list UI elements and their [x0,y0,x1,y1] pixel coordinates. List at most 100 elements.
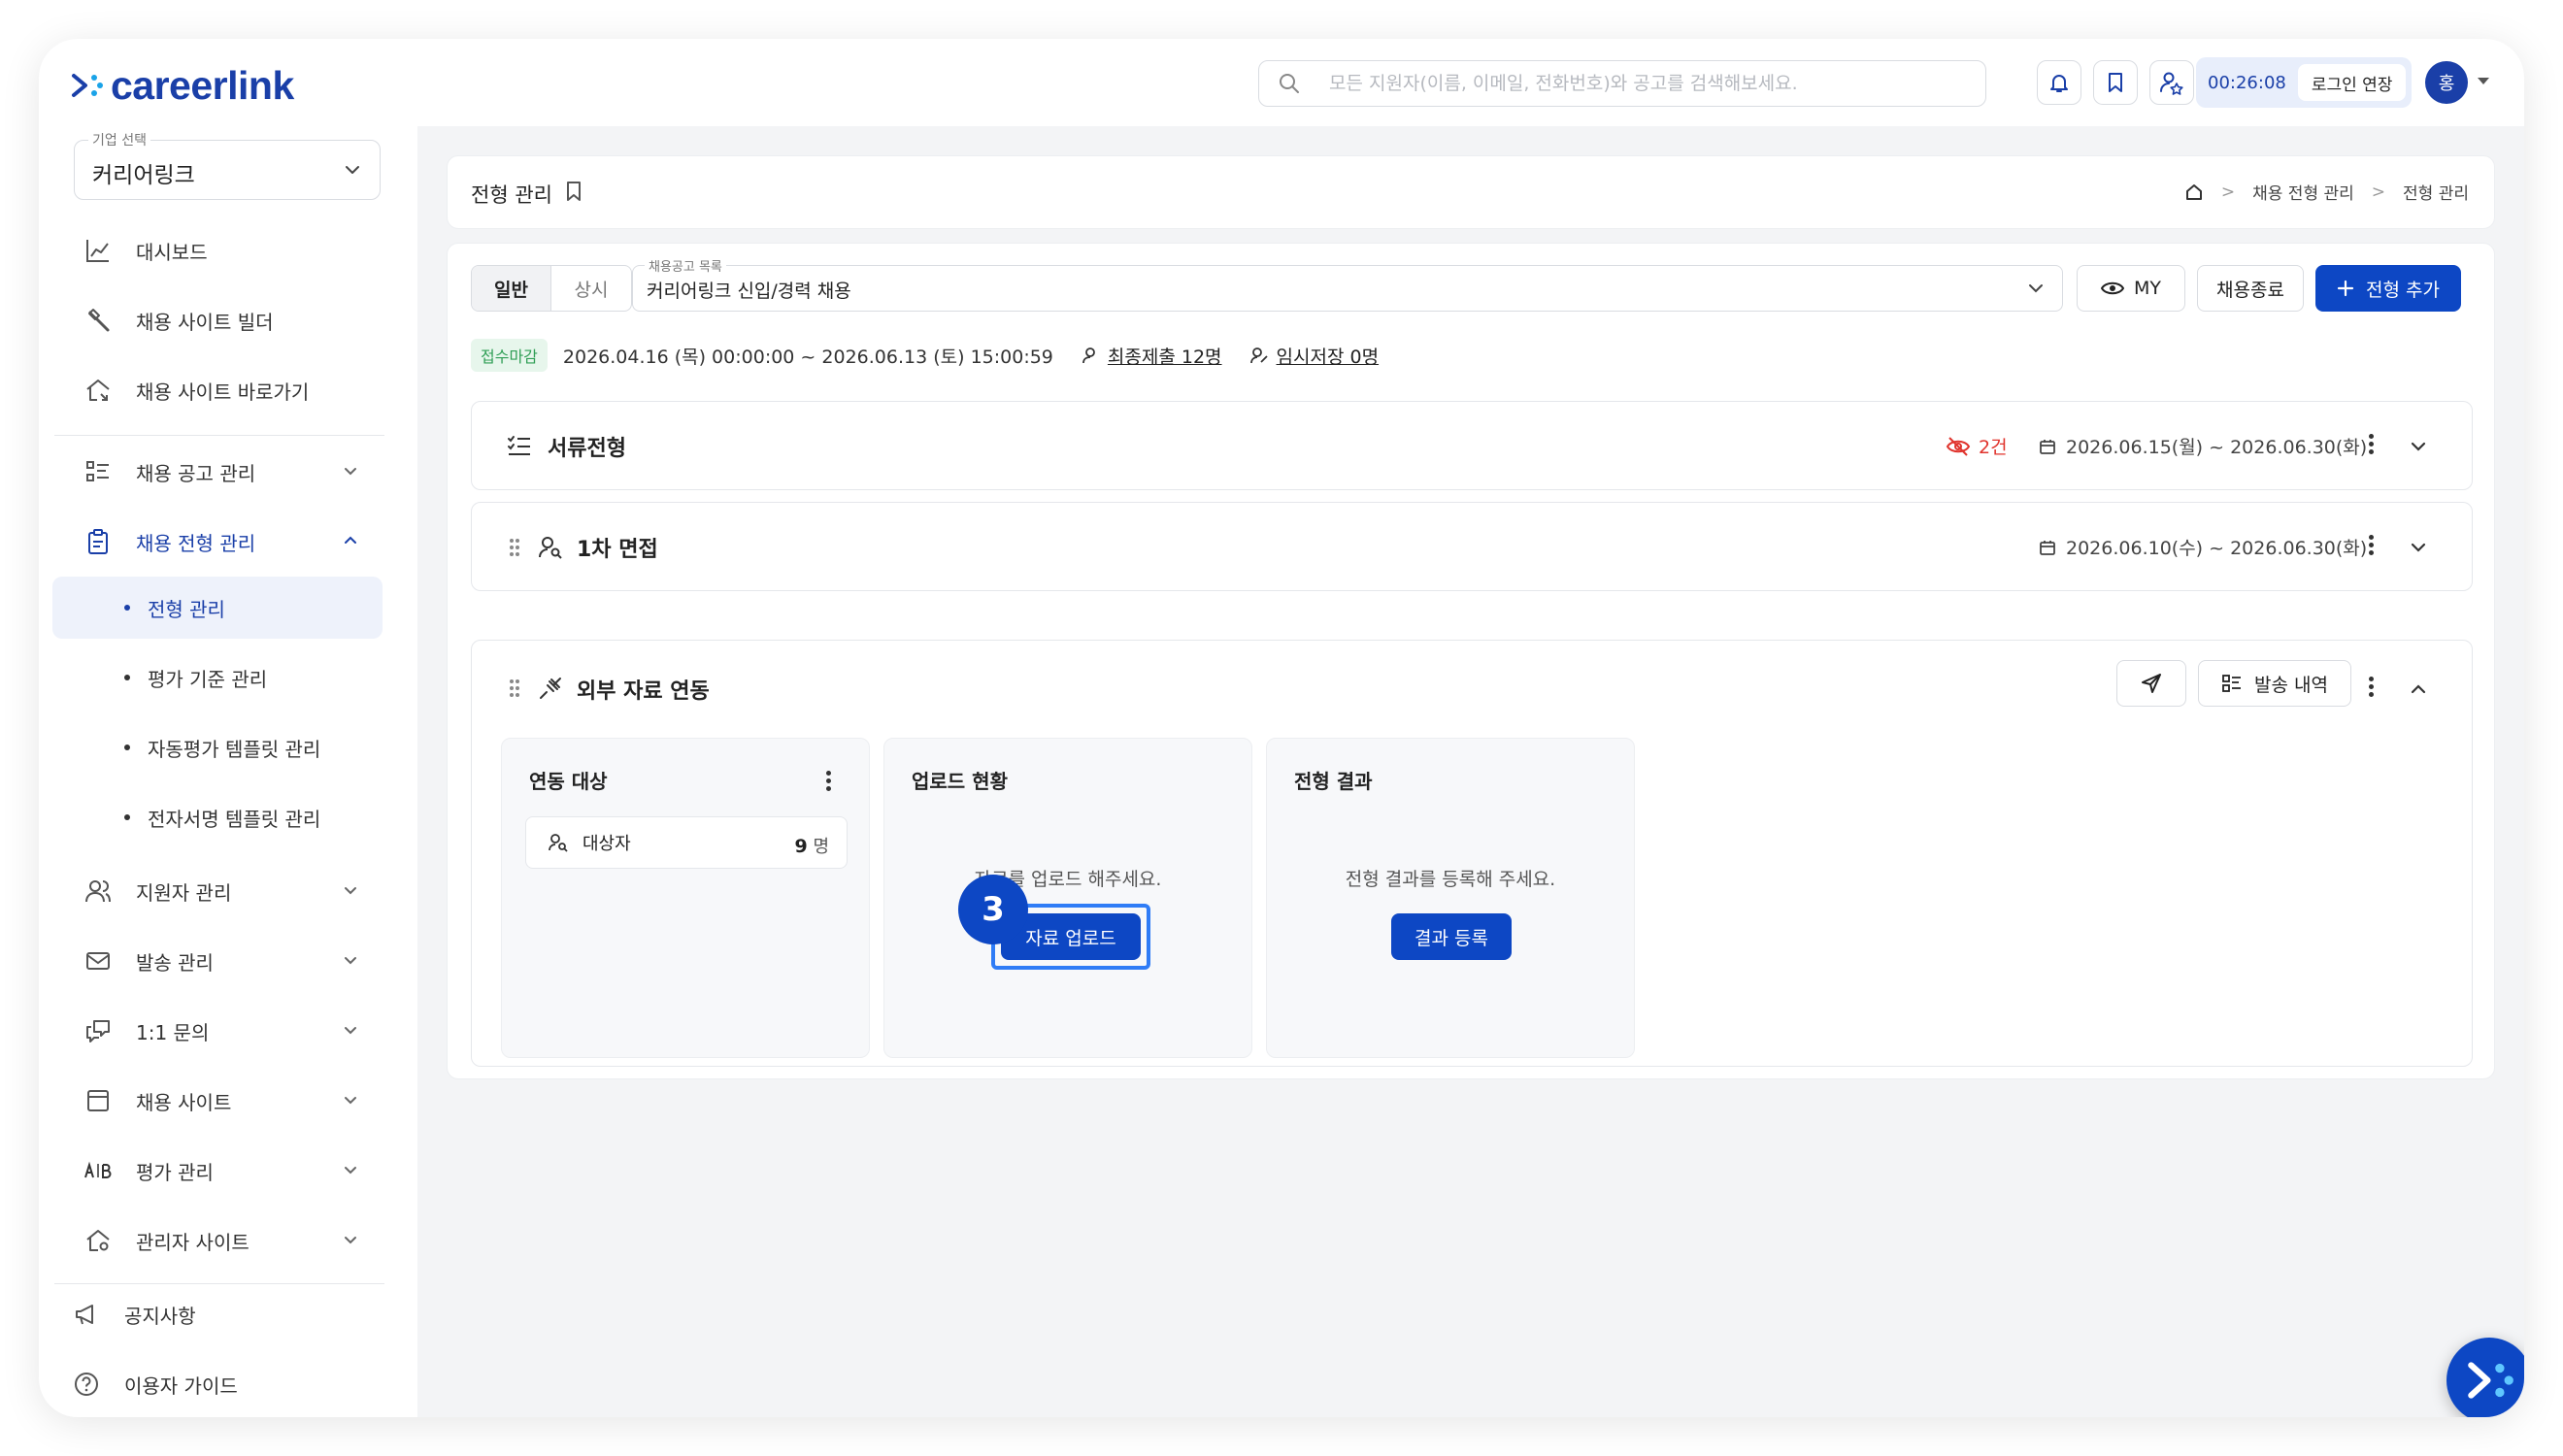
sidebar-item-inquiry[interactable]: 1:1 문의 [50,1002,381,1060]
stage-title: 서류전형 [548,437,626,461]
chevron-down-icon[interactable] [2408,537,2429,558]
step-number-badge: 3 [958,875,1028,944]
avatar-menu-caret-icon[interactable] [2478,78,2489,84]
admin-home-icon [86,1230,110,1251]
send-history-label: 발송 내역 [2254,674,2328,696]
chevron-down-icon [2029,284,2043,293]
stage-date-range: 2026.06.15(월) ~ 2026.06.30(화) [2066,437,2368,458]
stage-menu-kebab-icon[interactable] [2369,532,2377,558]
global-search[interactable] [1258,60,1986,107]
status-badge: 접수마감 [471,339,548,372]
home-link-icon [86,380,110,401]
stage-document[interactable]: 서류전형 2건 2026.06.15(월) ~ 2026.06.30(화) [471,401,2473,490]
sidebar-sub-criteria[interactable]: 평가 기준 관리 [52,646,383,709]
panel-menu-kebab-icon[interactable] [826,768,834,794]
send-button[interactable] [2116,660,2186,707]
final-submit-link[interactable]: 최종제출 12명 [1108,343,1222,369]
search-input[interactable] [1329,73,1950,94]
floating-help-button[interactable] [2446,1338,2524,1417]
sidebar-item-admin-site[interactable]: 관리자 사이트 [50,1211,381,1270]
sidebar-item-site-builder[interactable]: 채용 사이트 빌더 [50,291,381,349]
sidebar-item-label: 1:1 문의 [136,1020,210,1044]
calendar-icon [2040,540,2055,555]
page-title-bar: 전형 관리 > 채용 전형 관리 > 전형 관리 [447,155,2495,229]
sidebar-item-label: 채용 사이트 빌더 [136,310,274,334]
sidebar-sub-stage-manage[interactable]: 전형 관리 [52,577,383,639]
tools-icon [88,309,110,332]
home-icon[interactable] [2184,182,2204,202]
drag-handle-icon[interactable] [509,537,520,558]
sidebar-item-dashboard[interactable]: 대시보드 [50,221,381,280]
users-icon [85,880,111,903]
tab-general[interactable]: 일반 [472,266,551,311]
logo[interactable]: careerlink [70,62,294,108]
bookmark-icon [2109,73,2122,92]
send-history-button[interactable]: 발송 내역 [2198,660,2351,707]
close-posting-button[interactable]: 채용종료 [2197,265,2304,312]
sidebar-item-label: 채용 공고 관리 [136,461,256,485]
page-title: 전형 관리 [471,183,552,207]
sidebar-item-messages[interactable]: 발송 관리 [50,932,381,990]
bullet-dot [124,605,130,611]
list-icon [2222,675,2242,692]
chat-icon [86,1020,110,1042]
sidebar: 기업 선택 커리어링크 대시보드 채용 사이트 빌더 채용 사이트 바로가기 채… [39,126,417,1417]
sidebar-sub-auto-eval[interactable]: 자동평가 템플릿 관리 [52,716,383,778]
sidebar-item-career-site[interactable]: 채용 사이트 [50,1072,381,1130]
chevron-up-icon[interactable] [2408,678,2429,700]
stage-date-range: 2026.06.10(수) ~ 2026.06.30(화) [2066,538,2368,559]
session-timer: 00:26:08 로그인 연장 [2196,57,2412,108]
target-row[interactable]: 대상자 9 명 [525,816,848,869]
sidebar-item-evaluation[interactable]: 평가 관리 [50,1142,381,1200]
target-count: 9 [794,836,808,857]
checklist-icon [508,436,530,455]
sidebar-item-guide[interactable]: 이용자 가이드 [50,1355,381,1413]
chevron-down-icon [345,468,356,476]
notification-button[interactable] [2037,60,2081,105]
app-window: careerlink 00:26:08 로그인 연장 홍 기업 선택 커리어링크 [39,39,2524,1417]
send-icon [2142,674,2161,693]
tab-always[interactable]: 상시 [551,266,631,311]
stage-menu-kebab-icon[interactable] [2369,431,2377,457]
drag-handle-icon[interactable] [509,678,520,699]
company-select[interactable]: 기업 선택 커리어링크 [74,130,381,200]
temp-save-link[interactable]: 임시저장 0명 [1277,343,1380,369]
extend-login-button[interactable]: 로그인 연장 [2297,64,2407,101]
add-stage-button[interactable]: 전형 추가 [2315,265,2461,312]
job-posting-label: 채용공고 목록 [645,256,726,275]
target-unit: 명 [813,837,829,857]
sidebar-item-site-link[interactable]: 채용 사이트 바로가기 [50,361,381,419]
job-posting-select[interactable]: 채용공고 목록 커리어링크 신입/경력 채용 [632,256,2063,312]
sidebar-item-applicants[interactable]: 지원자 관리 [50,862,381,920]
breadcrumb-item[interactable]: 전형 관리 [2403,180,2469,204]
stage-title: 외부 자료 연동 [577,679,710,704]
register-result-button[interactable]: 결과 등록 [1391,913,1512,960]
eye-off-icon [1946,436,1971,456]
job-posting-value: 커리어링크 신입/경력 채용 [647,281,851,302]
posting-period: 2026.04.16 (목) 00:00:00 ~ 2026.06.13 (토)… [562,346,1053,368]
list-icon [86,461,109,481]
target-label: 대상자 [582,834,631,854]
stage-title: 1차 면접 [577,538,658,562]
my-filter-button[interactable]: MY [2077,265,2185,312]
sidebar-item-job-posting[interactable]: 채용 공고 관리 [50,443,381,501]
logo-text: careerlink [111,62,294,108]
breadcrumb-item[interactable]: 채용 전형 관리 [2252,180,2354,204]
megaphone-icon [76,1305,93,1325]
upload-message: 자료를 업로드 해주세요. [974,869,1162,890]
avatar[interactable]: 홍 [2425,61,2468,104]
sidebar-divider [54,435,384,436]
bookmarks-button[interactable] [2093,60,2138,105]
profile-favorites-button[interactable] [2149,60,2194,105]
chevron-down-icon[interactable] [2408,436,2429,457]
sidebar-item-notice[interactable]: 공지사항 [50,1285,381,1343]
chevron-down-icon [346,166,359,174]
panel-title: 전형 결과 [1294,770,1373,793]
sidebar-sub-esign[interactable]: 전자서명 템플릿 관리 [52,786,383,848]
sidebar-item-label: 평가 관리 [136,1160,214,1184]
sidebar-item-screening[interactable]: 채용 전형 관리 [50,513,381,571]
posting-info-row: 접수마감 2026.04.16 (목) 00:00:00 ~ 2026.06.1… [471,339,1379,372]
bookmark-icon[interactable] [564,180,583,203]
stage-interview-1[interactable]: 1차 면접 2026.06.10(수) ~ 2026.06.30(화) [471,502,2473,591]
stage-menu-kebab-icon[interactable] [2369,674,2377,700]
